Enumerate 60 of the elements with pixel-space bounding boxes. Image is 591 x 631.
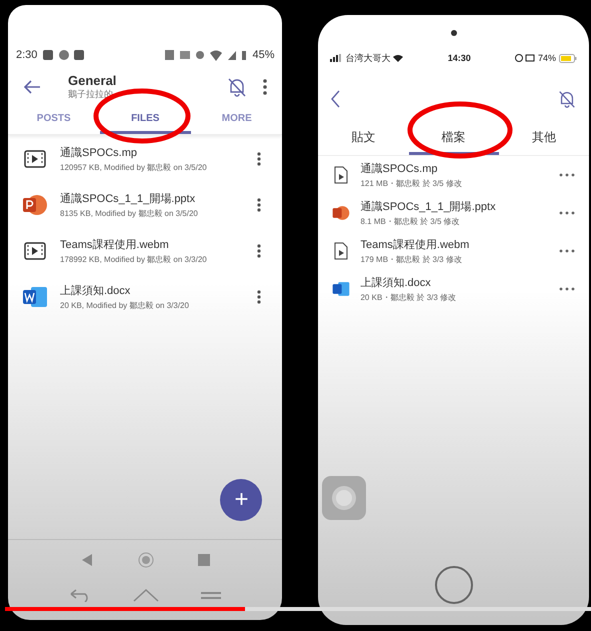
more-icon[interactable]: [256, 243, 262, 259]
word-file-icon: [332, 281, 350, 297]
powerpoint-file-icon: [22, 194, 48, 216]
signal-icon: [228, 50, 236, 60]
lock-icons: [514, 54, 535, 62]
more-icon[interactable]: [256, 289, 262, 305]
file-details: 121 MB・鄒忠毅 於 3/5 修改: [360, 178, 463, 189]
wifi-icon: [393, 54, 404, 62]
muted-bell-icon[interactable]: [557, 89, 577, 109]
file-name[interactable]: 通識SPOCs_1_1_開場.pptx: [360, 199, 549, 214]
tab[interactable]: 其他: [498, 121, 589, 155]
file-details: 178992 KB, Modified by 鄒忠毅 on 3/3/20: [60, 254, 208, 265]
file-details: 20 KB, Modified by 鄒忠毅 on 3/3/20: [60, 300, 190, 311]
more-icon[interactable]: [559, 211, 575, 215]
camera-icon: [450, 29, 458, 37]
battery-icon: [242, 50, 246, 60]
home-button-icon[interactable]: [434, 565, 474, 605]
tab[interactable]: 貼文: [318, 121, 409, 155]
more-icon[interactable]: [559, 287, 575, 291]
file-name[interactable]: 上課須知.docx: [60, 283, 244, 298]
status-time: 14:30: [448, 53, 471, 63]
more-icon[interactable]: [256, 151, 262, 167]
video-file-icon: [22, 242, 48, 260]
more-icon[interactable]: [262, 78, 268, 96]
file-details: 20 KB・鄒忠毅 於 3/3 修改: [360, 292, 458, 303]
wifi-icon: [210, 50, 222, 60]
file-name[interactable]: 通識SPOCs.mp: [60, 145, 244, 160]
file-details: 120957 KB, Modified by 鄒忠毅 on 3/5/20: [60, 162, 208, 173]
video-file-icon: [332, 242, 350, 260]
cast-icon: [180, 51, 190, 59]
carrier-name: 台湾大哥大: [345, 52, 390, 64]
signal-icon: [330, 54, 342, 62]
add-button[interactable]: +: [220, 479, 262, 521]
file-name[interactable]: 上課須知.docx: [360, 275, 549, 290]
channel-title: General: [68, 73, 118, 88]
muted-bell-icon[interactable]: [226, 76, 248, 98]
back-chevron-icon[interactable]: [330, 90, 340, 108]
word-file-icon: [22, 286, 48, 308]
video-file-icon: [332, 166, 350, 184]
more-icon[interactable]: [256, 197, 262, 213]
back-arrow-icon[interactable]: [22, 79, 42, 95]
video-file-icon: [22, 150, 48, 168]
file-name[interactable]: Teams課程使用.webm: [360, 237, 549, 252]
file-details: 8135 KB, Modified by 鄒忠毅 on 3/5/20: [60, 208, 199, 219]
file-name[interactable]: 通識SPOCs.mp: [360, 161, 549, 176]
file-name[interactable]: Teams課程使用.webm: [60, 237, 244, 252]
battery-percent: 45%: [252, 49, 274, 61]
more-icon[interactable]: [559, 173, 575, 177]
battery-percent: 74%: [538, 53, 556, 63]
more-icon[interactable]: [559, 249, 575, 253]
nfc-icon: [165, 50, 174, 60]
file-name[interactable]: 通識SPOCs_1_1_開場.pptx: [60, 191, 244, 206]
tab[interactable]: FILES: [100, 105, 191, 134]
file-details: 8.1 MB・鄒忠毅 於 3/5 修改: [360, 216, 461, 227]
vibrate-icon: [196, 51, 204, 59]
battery-icon: [559, 54, 577, 62]
file-details: 179 MB・鄒忠毅 於 3/3 修改: [360, 254, 463, 265]
status-time: 2:30: [16, 49, 38, 61]
video-progress-bar[interactable]: [5, 607, 591, 611]
powerpoint-file-icon: [332, 205, 350, 221]
